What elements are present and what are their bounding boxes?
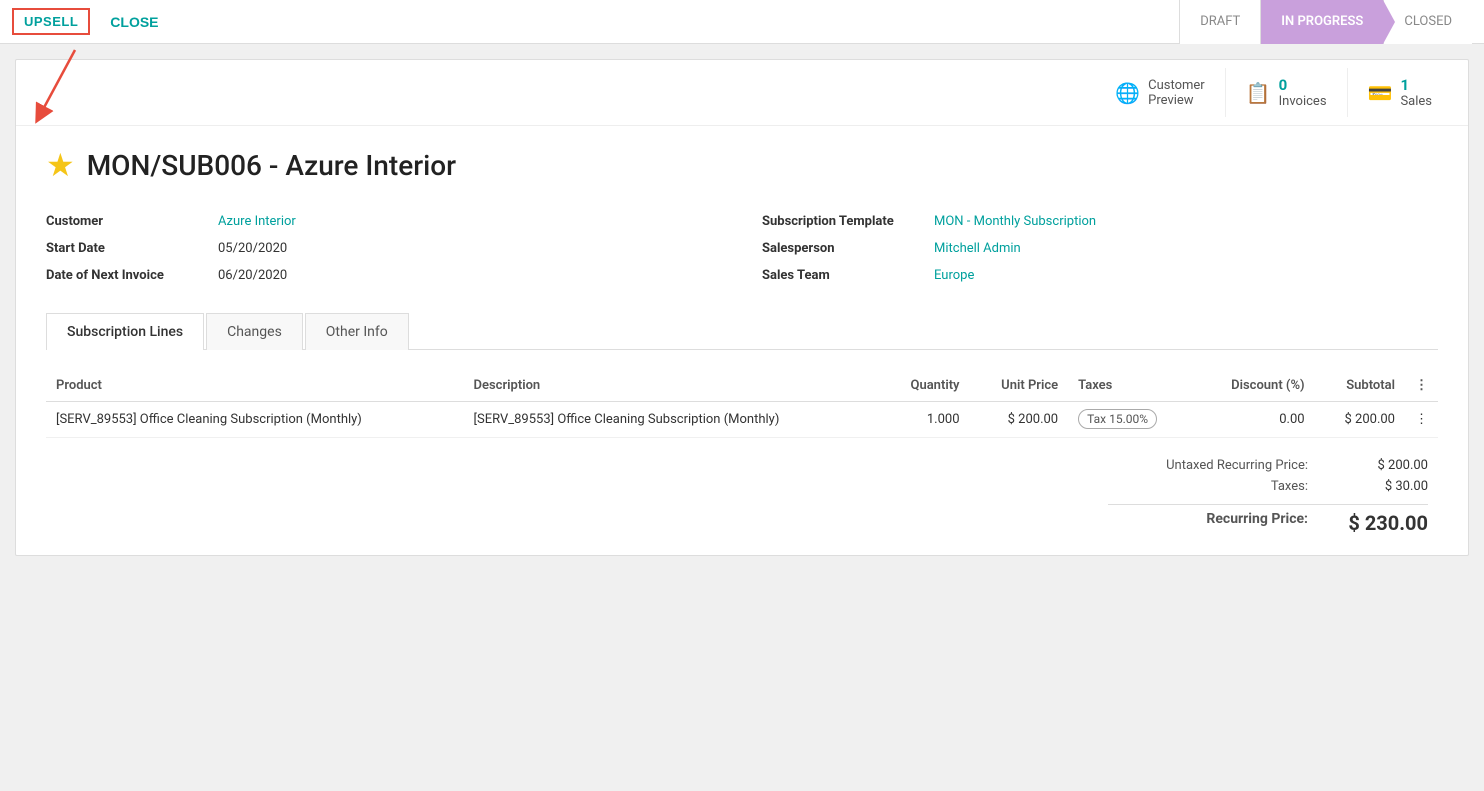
field-customer: Customer Azure Interior <box>46 214 722 229</box>
fields-grid: Customer Azure Interior Start Date 05/20… <box>46 214 1438 283</box>
tax-badge: Tax 15.00% <box>1078 409 1157 429</box>
customer-preview-label: Customer Preview <box>1148 78 1205 108</box>
invoices-label: Invoices <box>1279 94 1327 109</box>
tabs: Subscription Lines Changes Other Info <box>46 313 1438 350</box>
next-invoice-value: 06/20/2020 <box>218 268 287 283</box>
status-closed[interactable]: CLOSED <box>1383 0 1472 44</box>
field-subscription-template: Subscription Template MON - Monthly Subs… <box>762 214 1438 229</box>
top-bar: UPSELL CLOSE DRAFT IN PROGRESS CLOSED <box>0 0 1484 44</box>
sales-count: 1 <box>1400 76 1409 94</box>
status-in-progress[interactable]: IN PROGRESS <box>1260 0 1383 44</box>
star-icon[interactable]: ★ <box>46 146 75 184</box>
status-bar: DRAFT IN PROGRESS CLOSED <box>1179 0 1472 44</box>
field-sales-team: Sales Team Europe <box>762 268 1438 283</box>
col-menu[interactable]: ⋮ <box>1405 370 1438 402</box>
col-quantity: Quantity <box>881 370 969 402</box>
col-product: Product <box>46 370 464 402</box>
customer-value[interactable]: Azure Interior <box>218 214 296 229</box>
total-taxes: Taxes: $ 30.00 <box>1108 479 1428 494</box>
field-start-date: Start Date 05/20/2020 <box>46 241 722 256</box>
cell-discount: 0.00 <box>1195 402 1315 438</box>
next-invoice-label: Date of Next Invoice <box>46 268 206 283</box>
start-date-label: Start Date <box>46 241 206 256</box>
invoices-button[interactable]: 📋 0 Invoices <box>1225 68 1347 117</box>
col-unit-price: Unit Price <box>970 370 1069 402</box>
sales-team-value[interactable]: Europe <box>934 268 974 283</box>
sales-team-label: Sales Team <box>762 268 922 283</box>
taxes-value: $ 30.00 <box>1348 479 1428 494</box>
col-discount: Discount (%) <box>1195 370 1315 402</box>
sales-button[interactable]: 💳 1 Sales <box>1347 68 1452 117</box>
totals-section: Untaxed Recurring Price: $ 200.00 Taxes:… <box>46 458 1438 535</box>
cell-description: [SERV_89553] Office Cleaning Subscriptio… <box>464 402 882 438</box>
subscription-table: Product Description Quantity Unit Price … <box>46 370 1438 438</box>
untaxed-value: $ 200.00 <box>1348 458 1428 473</box>
sales-icon: 💳 <box>1368 81 1393 105</box>
col-subtotal: Subtotal <box>1315 370 1405 402</box>
record-title: ★ MON/SUB006 - Azure Interior <box>46 146 1438 184</box>
status-draft[interactable]: DRAFT <box>1179 0 1260 44</box>
table-row: [SERV_89553] Office Cleaning Subscriptio… <box>46 402 1438 438</box>
sales-label: Sales <box>1400 94 1432 109</box>
recurring-value: $ 230.00 <box>1348 511 1428 535</box>
recurring-label: Recurring Price: <box>1108 511 1308 535</box>
taxes-label: Taxes: <box>1108 479 1308 494</box>
untaxed-label: Untaxed Recurring Price: <box>1108 458 1308 473</box>
main-content: 🌐 Customer Preview 📋 0 Invoices 💳 1 Sale… <box>15 59 1469 556</box>
field-next-invoice: Date of Next Invoice 06/20/2020 <box>46 268 722 283</box>
subscription-template-value[interactable]: MON - Monthly Subscription <box>934 214 1096 229</box>
tab-other-info[interactable]: Other Info <box>305 313 409 350</box>
total-recurring: Recurring Price: $ 230.00 <box>1108 504 1428 535</box>
salesperson-value[interactable]: Mitchell Admin <box>934 241 1021 256</box>
upsell-button[interactable]: UPSELL <box>12 8 90 35</box>
page-title: MON/SUB006 - Azure Interior <box>87 149 456 182</box>
col-taxes: Taxes <box>1068 370 1195 402</box>
tab-changes[interactable]: Changes <box>206 313 303 350</box>
tab-subscription-lines[interactable]: Subscription Lines <box>46 313 204 350</box>
row-menu-button[interactable]: ⋮ <box>1405 402 1438 438</box>
cell-unit-price: $ 200.00 <box>970 402 1069 438</box>
cell-product[interactable]: [SERV_89553] Office Cleaning Subscriptio… <box>46 402 464 438</box>
record-header: 🌐 Customer Preview 📋 0 Invoices 💳 1 Sale… <box>16 60 1468 126</box>
invoices-count: 0 <box>1279 76 1288 94</box>
field-salesperson: Salesperson Mitchell Admin <box>762 241 1438 256</box>
close-button[interactable]: CLOSE <box>110 14 158 30</box>
customer-preview-button[interactable]: 🌐 Customer Preview <box>1095 68 1224 117</box>
globe-icon: 🌐 <box>1115 81 1140 105</box>
cell-taxes: Tax 15.00% <box>1068 402 1195 438</box>
cell-quantity: 1.000 <box>881 402 969 438</box>
cell-subtotal: $ 200.00 <box>1315 402 1405 438</box>
col-description: Description <box>464 370 882 402</box>
record-body: ★ MON/SUB006 - Azure Interior Customer A… <box>16 126 1468 555</box>
start-date-value: 05/20/2020 <box>218 241 287 256</box>
subscription-template-label: Subscription Template <box>762 214 922 229</box>
total-untaxed: Untaxed Recurring Price: $ 200.00 <box>1108 458 1428 473</box>
invoice-icon: 📋 <box>1246 81 1271 105</box>
salesperson-label: Salesperson <box>762 241 922 256</box>
customer-label: Customer <box>46 214 206 229</box>
